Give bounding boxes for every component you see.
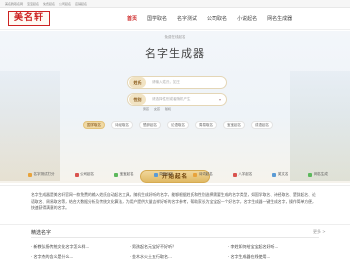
nav-item-nickname[interactable]: 网名生成器 — [262, 8, 297, 30]
topbar-link[interactable]: 免费起名 — [43, 2, 55, 6]
square-icon — [153, 172, 158, 177]
quicknav-label: 八字起名 — [238, 172, 253, 176]
quicknav-label: 宝宝起名 — [119, 172, 134, 176]
gender-select[interactable]: 请选择性别或者随机产生 — [152, 97, 191, 102]
quicknav-label: 公司起名 — [80, 172, 95, 176]
topbar-link[interactable]: 宝宝起名 — [27, 2, 39, 6]
gender-radio-group: 男孩 女孩 随机 — [143, 107, 175, 111]
article-link[interactable]: · 金木水火土五行取名... — [130, 252, 223, 262]
option-shijing[interactable]: 诗经取名 — [111, 121, 133, 129]
quicknav-label: 周易起名 — [159, 172, 174, 176]
square-icon — [232, 172, 237, 177]
topbar-link[interactable]: 店铺起名 — [75, 2, 87, 6]
option-zhouyi[interactable]: 周易取名 — [195, 121, 217, 129]
hero-decoration-right — [290, 71, 350, 181]
quicknav-item[interactable]: 英文名 — [272, 172, 288, 177]
square-icon — [74, 172, 79, 177]
gender-field[interactable]: 性别 请选择性别或者随机产生 ▾ — [127, 93, 227, 106]
option-chuci[interactable]: 楚辞起名 — [139, 121, 161, 129]
naming-style-options: 国学取名 诗经取名 楚辞起名 论语取名 周易取名 宝宝起名 成语起名 — [83, 121, 273, 130]
quicknav-item[interactable]: 网名生成 — [308, 172, 328, 177]
quicknav-item[interactable]: 名字测试打分 — [28, 172, 55, 177]
site-logo[interactable]: 美名轩 — [8, 11, 50, 26]
article-link[interactable]: · 名字杰的含义是什么... — [31, 252, 124, 262]
article-link[interactable]: · 男孩起名元宝好不好听？ — [130, 242, 223, 252]
surname-tag: 姓氏 — [129, 77, 146, 88]
more-link[interactable]: 更多 > — [313, 229, 326, 235]
hero-subtitle: 免费在线起名 — [164, 35, 186, 39]
square-icon — [308, 172, 313, 177]
article-link[interactable]: · 李姓如何给宝宝起名好听... — [228, 242, 321, 252]
square-icon — [28, 172, 32, 177]
surname-input[interactable]: 请输入姓氏，如王 — [152, 80, 180, 85]
topbar-link[interactable]: 美名腾取名网 — [5, 2, 23, 6]
featured-names-title: 精选名字 — [31, 230, 52, 236]
hero-section: 免费在线起名 名字生成器 姓氏 请输入姓氏，如王 性别 请选择性别或者随机产生 … — [0, 31, 350, 190]
square-icon — [272, 172, 277, 177]
quick-nav: 名字测试打分 公司起名 宝宝起名 周易起名 诗词起名 八字起名 英文名 网名生成 — [28, 170, 328, 179]
square-icon — [193, 172, 198, 177]
nav-item-guoxue[interactable]: 国学取名 — [142, 8, 172, 30]
nav-item-company[interactable]: 公司取名 — [202, 8, 232, 30]
quicknav-item[interactable]: 宝宝起名 — [114, 172, 134, 177]
nav-item-home[interactable]: 首页 — [122, 8, 142, 30]
gender-tag: 性别 — [129, 94, 146, 105]
radio-random[interactable]: 随机 — [165, 107, 171, 111]
surname-field[interactable]: 姓氏 请输入姓氏，如王 — [127, 76, 227, 89]
page-title: 名字生成器 — [145, 47, 205, 60]
article-row: · 名字杰的含义是什么... · 金木水火土五行取名... · 名字生成器在线使… — [31, 252, 321, 262]
quicknav-label: 英文名 — [277, 172, 289, 176]
article-row: · 新教弘扬传统文化名字怎么样... · 男孩起名元宝好不好听？ · 李姓如何给… — [31, 242, 321, 252]
option-baby[interactable]: 宝宝起名 — [223, 121, 245, 129]
article-list: · 新教弘扬传统文化名字怎么样... · 男孩起名元宝好不好听？ · 李姓如何给… — [31, 242, 321, 262]
topbar-link[interactable]: 公司起名 — [59, 2, 71, 6]
top-utility-bar: 美名腾取名网 宝宝起名 免费起名 公司起名 店铺起名 — [0, 0, 350, 8]
square-icon — [114, 172, 119, 177]
quicknav-item[interactable]: 诗词起名 — [193, 172, 213, 177]
main-nav: 首页 国学取名 名字测试 公司取名 小说起名 网名生成器 — [122, 8, 297, 30]
quicknav-item[interactable]: 周易起名 — [153, 172, 174, 177]
quicknav-label: 名字测试打分 — [33, 172, 55, 176]
article-link[interactable]: · 名字生成器在线使用... — [228, 252, 321, 262]
quicknav-item[interactable]: 公司起名 — [74, 172, 95, 177]
quicknav-item[interactable]: 八字起名 — [232, 172, 253, 177]
quicknav-label: 网名生成 — [313, 172, 328, 176]
option-guoxue[interactable]: 国学取名 — [83, 121, 105, 129]
quicknav-label: 诗词起名 — [198, 172, 213, 176]
site-header: 美名轩 首页 国学取名 名字测试 公司取名 小说起名 网名生成器 — [0, 8, 350, 30]
nav-item-novel[interactable]: 小说起名 — [232, 8, 262, 30]
intro-paragraph: 名字生成器是美名轩官网一款免费的输入姓氏自动起名工具，随机生成好听的名字，能够根… — [0, 185, 350, 225]
section-divider — [31, 237, 319, 238]
chevron-down-icon: ▾ — [218, 97, 221, 102]
article-link[interactable]: · 新教弘扬传统文化名字怎么样... — [31, 242, 124, 252]
radio-girl[interactable]: 女孩 — [154, 107, 160, 111]
option-idiom[interactable]: 成语起名 — [251, 121, 273, 129]
hero-decoration-left — [0, 71, 60, 181]
radio-boy[interactable]: 男孩 — [143, 107, 149, 111]
nav-item-name-test[interactable]: 名字测试 — [172, 8, 202, 30]
option-lunyu[interactable]: 论语取名 — [167, 121, 189, 129]
